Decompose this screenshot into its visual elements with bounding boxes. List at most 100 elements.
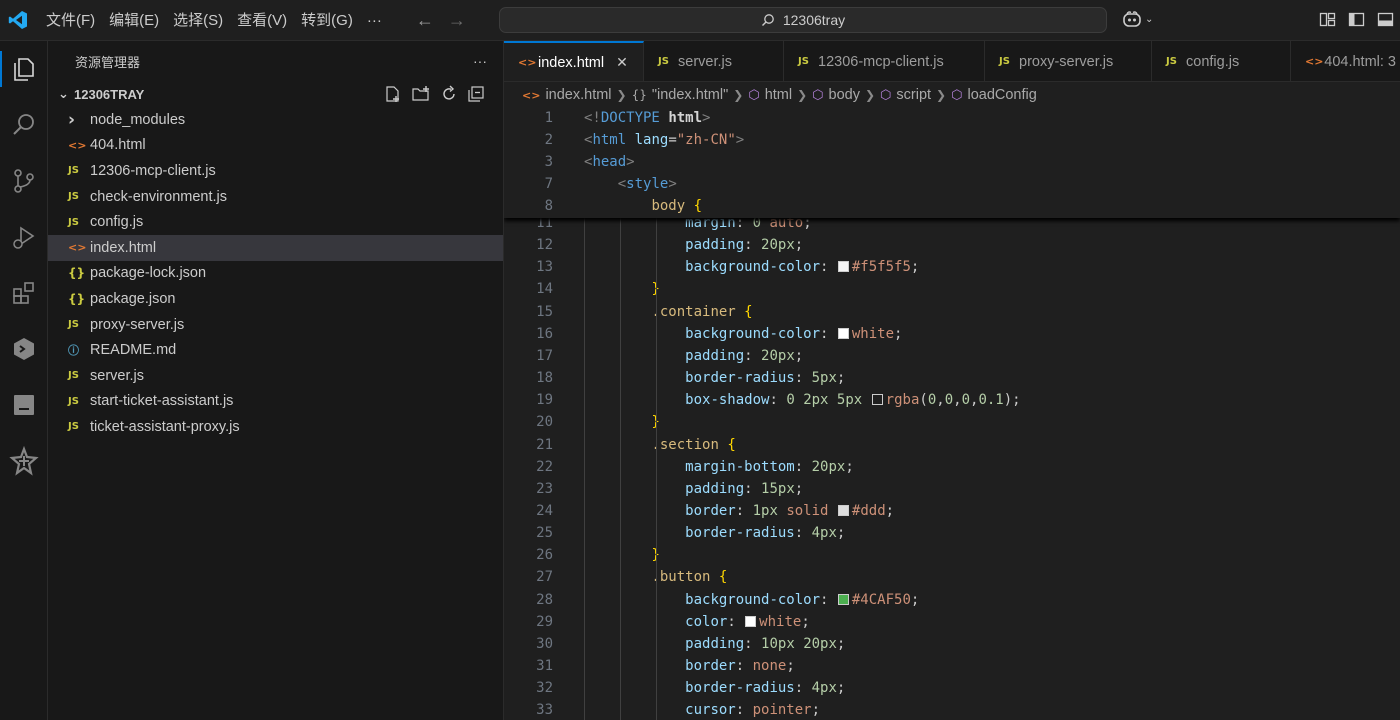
color-swatch-icon[interactable] [837,593,849,605]
new-file-icon[interactable] [384,85,402,103]
customize-layout-icon[interactable] [1319,11,1336,28]
file-item[interactable]: <> index.html [48,234,503,261]
color-swatch-icon[interactable] [745,615,757,627]
chevron-down-icon: ⌄ [1145,13,1154,25]
explorer-more-icon[interactable]: ··· [473,53,487,69]
element-icon: ⬡ [880,87,892,103]
file-item-label: node_modules [90,111,186,128]
file-item-label: package-lock.json [90,265,207,282]
breadcrumb-function[interactable]: loadConfig [967,87,1036,103]
menu-file[interactable]: 文件(F) [36,0,102,41]
extension-cube-icon[interactable] [0,325,48,373]
menu-more[interactable]: ··· [360,0,389,41]
code-token: padding [685,347,745,364]
remote-explorer-icon[interactable] [0,381,48,429]
info-file-icon: ⓘ [68,344,79,358]
file-item[interactable]: JS proxy-server.js [48,312,503,338]
collapse-all-icon[interactable] [467,85,485,103]
refresh-icon[interactable] [440,85,458,103]
folder-item[interactable]: › node_modules [48,107,503,133]
menu-selection[interactable]: 选择(S) [166,0,230,41]
file-item[interactable]: JS ticket-assistant-proxy.js [48,414,503,440]
editor-tab[interactable]: <> index.html ✕ [504,41,644,81]
file-item-label: ticket-assistant-proxy.js [90,418,240,435]
copilot-icon [1123,11,1141,27]
file-item[interactable]: ⓘ README.md [48,337,503,363]
code-line: 25 border-radius: 4px; [504,522,1400,544]
toggle-sidebar-icon[interactable] [1348,11,1365,28]
close-icon[interactable]: ✕ [616,55,628,71]
toggle-panel-icon[interactable] [1377,11,1394,28]
breadcrumb-document[interactable]: "index.html" [652,87,728,103]
code-token: { [727,436,736,453]
folder-name: 12306TRAY [74,86,145,102]
breadcrumb-html[interactable]: html [765,87,792,103]
editor-tab[interactable]: JS server.js [644,41,784,81]
forward-arrow-icon[interactable]: → [447,10,467,31]
file-item[interactable]: <> 404.html [48,133,503,159]
file-item[interactable]: JS check-environment.js [48,184,503,210]
code-token: 2px [803,392,829,409]
editor-tab[interactable]: JS config.js [1152,41,1291,81]
line-number: 23 [536,480,553,497]
code-line: 7 <style> [504,173,1400,195]
sticky-scroll[interactable]: 1 <!DOCTYPE html> 2 <html lang="zh-CN"> 3 <he… [504,108,1400,218]
title-bar: 文件(F) 编辑(E) 选择(S) 查看(V) 转到(G) ··· ← → 12… [0,0,1400,41]
vscode-logo-icon [0,0,36,41]
chevron-right-icon: ❯ [733,88,744,102]
code-line: 28 background-color: #4CAF50; [504,589,1400,611]
search-icon[interactable] [0,101,48,149]
breadcrumb-file[interactable]: index.html [545,87,611,103]
new-folder-icon[interactable] [411,85,431,103]
code-token: html [592,132,627,148]
line-number: 18 [536,370,553,387]
menu-edit[interactable]: 编辑(E) [102,0,166,41]
file-item[interactable]: JS config.js [48,209,503,235]
code-token: 5px [836,392,863,409]
code-text: <!DOCTYPE html> [584,108,710,129]
menu-go[interactable]: 转到(G) [294,0,360,41]
file-item[interactable]: JS start-ticket-assistant.js [48,389,503,415]
color-swatch-icon[interactable] [837,327,849,339]
explorer-icon[interactable] [0,45,48,93]
code-token: ; [910,259,920,276]
code-token: ; [801,613,810,630]
code-token: , [953,392,962,409]
editor-tab[interactable]: <> 404.html: 3 [1291,41,1400,81]
file-item[interactable]: {} package-lock.json [48,261,503,287]
color-swatch-icon[interactable] [837,261,849,273]
code-token: 1px [752,502,778,519]
tab-label: 404.html: 3 [1324,53,1396,70]
file-item[interactable]: {} package.json [48,286,503,312]
breadcrumb-body[interactable]: body [829,87,860,103]
breadcrumb-script[interactable]: script [896,87,931,103]
extension-star-icon[interactable] [0,437,48,485]
source-control-icon[interactable] [0,157,48,205]
color-swatch-icon[interactable] [837,504,849,516]
file-item[interactable]: JS server.js [48,363,503,389]
code-token: { [693,198,703,214]
copilot-button[interactable]: ⌄ [1122,10,1153,28]
file-item-label: config.js [90,214,144,231]
code-token: padding [685,480,745,497]
extensions-icon[interactable] [0,269,48,317]
command-center-search[interactable]: 12306tray [499,7,1107,33]
editor-tab[interactable]: JS 12306-mcp-client.js [784,41,985,81]
code-editor[interactable]: 1 <!DOCTYPE html> 2 <html lang="zh-CN"> 3 <he… [504,108,1400,720]
tab-label: config.js [1186,53,1240,70]
file-item[interactable]: JS 12306-mcp-client.js [48,158,503,184]
code-text: body { [584,195,702,217]
code-line: 15 .container { [504,301,1400,323]
file-item-label: server.js [90,367,144,384]
back-arrow-icon[interactable]: ← [415,10,435,31]
color-swatch-icon[interactable] [871,394,883,406]
editor-tab[interactable]: JS proxy-server.js [985,41,1152,81]
code-token: 0 [927,392,937,409]
workspace-folder[interactable]: ⌄ 12306TRAY [48,81,503,107]
run-debug-icon[interactable] [0,213,48,261]
menu-view[interactable]: 查看(V) [230,0,294,41]
